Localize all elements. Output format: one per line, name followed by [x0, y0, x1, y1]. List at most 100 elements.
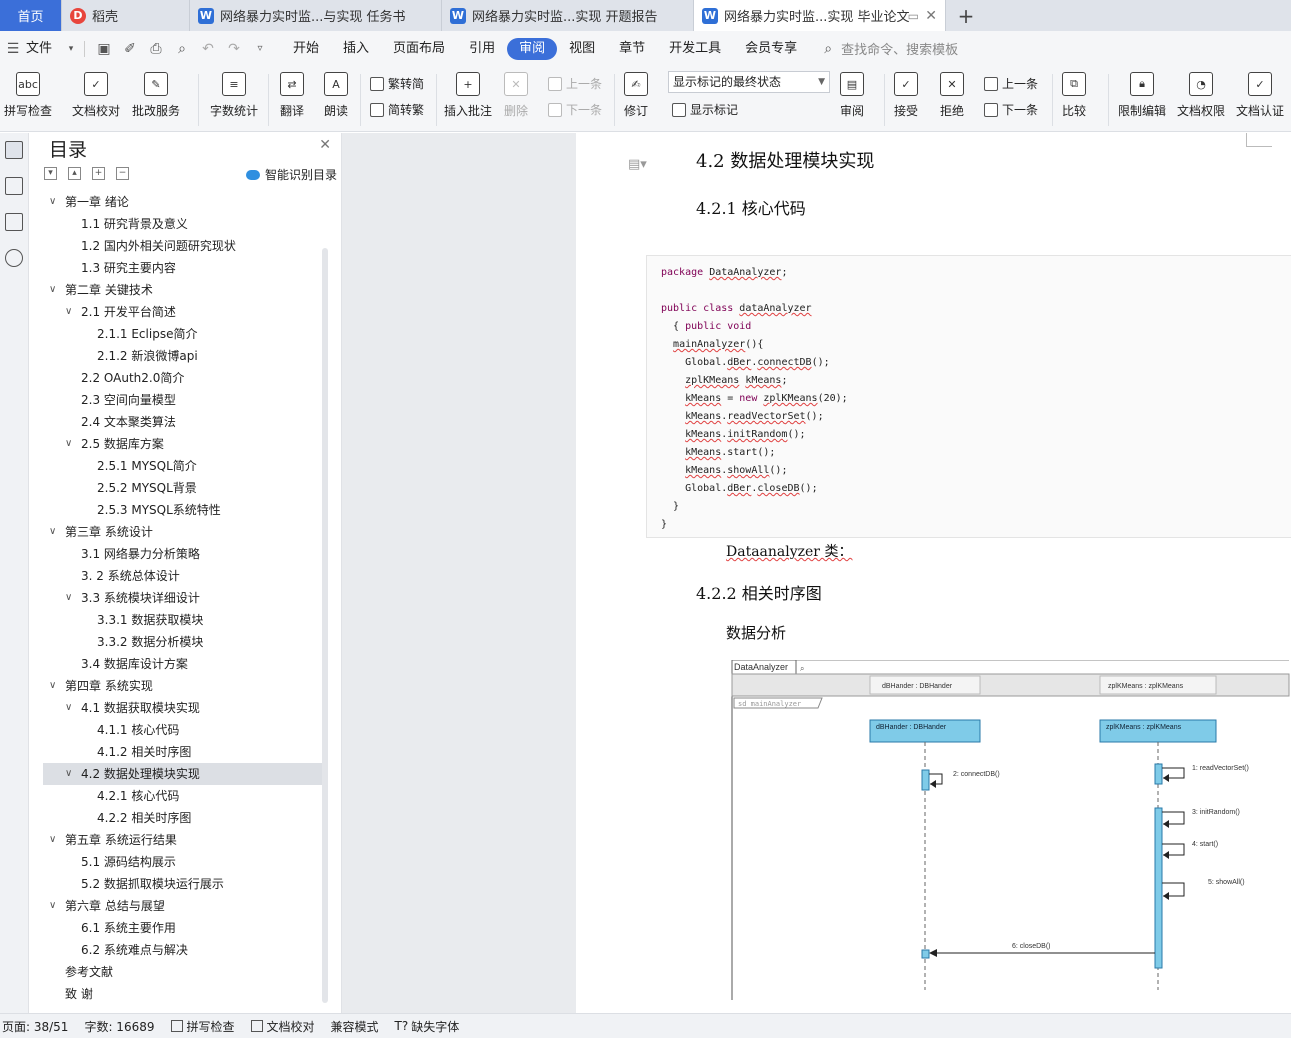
chevron-down-icon[interactable]: ∨: [49, 675, 56, 697]
chevron-down-icon[interactable]: ∨: [65, 301, 72, 323]
menu-chapter[interactable]: 章节: [607, 38, 657, 60]
format-painter-icon[interactable]: ✐: [117, 41, 143, 57]
markup-mode-select[interactable]: 显示标记的最终状态 ▼: [668, 71, 830, 93]
toc-item[interactable]: 6.2 系统难点与解决: [43, 939, 323, 961]
menu-insert[interactable]: 插入: [331, 38, 381, 60]
menu-dev-tools[interactable]: 开发工具: [657, 38, 733, 60]
next-comment-button[interactable]: 下一条: [548, 101, 602, 118]
doc-check-button[interactable]: ✓ 文档校对: [72, 72, 120, 119]
toc-item[interactable]: ∨ 第四章 系统实现: [43, 675, 323, 697]
toc-item[interactable]: 5.1 源码结构展示: [43, 851, 323, 873]
toc-panel-icon[interactable]: [5, 141, 23, 159]
toc-item[interactable]: ∨ 第六章 总结与展望: [43, 895, 323, 917]
document-page[interactable]: ▤▾ 4.2 数据处理模块实现 4.2.1 核心代码 package DataA…: [576, 133, 1291, 1013]
review-pane-button[interactable]: ▤ 审阅: [840, 72, 864, 119]
page-indicator[interactable]: 页面: 38/51: [0, 1018, 76, 1035]
toc-item[interactable]: 致 谢: [43, 983, 323, 1005]
track-changes-button[interactable]: ✍ 修订: [624, 72, 648, 119]
simp-to-trad-button[interactable]: 简转繁: [370, 101, 424, 118]
customize-quick-access-icon[interactable]: ▿: [247, 43, 273, 54]
toc-item[interactable]: 5.2 数据抓取模块运行展示: [43, 873, 323, 895]
compat-mode[interactable]: 兼容模式: [323, 1018, 387, 1035]
spellcheck-button[interactable]: abc 拼写检查: [4, 72, 52, 119]
toc-item[interactable]: 1.2 国内外相关问题研究现状: [43, 235, 323, 257]
toc-item[interactable]: 2.5.1 MYSQL简介: [43, 455, 323, 477]
chevron-down-icon[interactable]: ∨: [49, 191, 56, 213]
doc-permission-button[interactable]: ◔ 文档权限: [1177, 72, 1225, 119]
tab-doc-thesis[interactable]: W 网络暴力实时监...实现 毕业论文 ▭ ✕: [694, 0, 946, 31]
status-doccheck-button[interactable]: 文档校对: [243, 1018, 323, 1035]
prev-comment-button[interactable]: 上一条: [548, 75, 602, 92]
missing-font-button[interactable]: T? 缺失字体: [387, 1018, 468, 1035]
read-aloud-button[interactable]: A 朗读: [324, 72, 348, 119]
toc-item[interactable]: 2.4 文本聚类算法: [43, 411, 323, 433]
toc-item[interactable]: ∨ 第三章 系统设计: [43, 521, 323, 543]
tab-home[interactable]: 首页: [0, 0, 62, 31]
command-search-input[interactable]: 查找命令、搜索模板: [841, 39, 958, 58]
toc-item[interactable]: 4.1.1 核心代码: [43, 719, 323, 741]
menu-review[interactable]: 审阅: [507, 37, 558, 60]
toc-item[interactable]: ∨ 4.1 数据获取模块实现: [43, 697, 323, 719]
add-heading-icon[interactable]: +: [92, 167, 105, 180]
chevron-down-icon[interactable]: ∨: [49, 521, 56, 543]
prev-change-button[interactable]: 上一条: [984, 75, 1038, 92]
print-preview-icon[interactable]: ⌕: [169, 41, 195, 57]
toc-item[interactable]: ∨ 第五章 系统运行结果: [43, 829, 323, 851]
toc-item[interactable]: 1.1 研究背景及意义: [43, 213, 323, 235]
redo-icon[interactable]: ↷: [221, 41, 247, 57]
chevron-down-icon[interactable]: ∨: [49, 279, 56, 301]
toc-scrollbar[interactable]: [322, 248, 328, 1003]
chevron-down-icon[interactable]: ▾: [64, 44, 78, 54]
restrict-editing-button[interactable]: 🔒︎ 限制编辑: [1118, 72, 1166, 119]
chevron-down-icon[interactable]: ∨: [65, 433, 72, 455]
collapse-all-icon[interactable]: ▾: [44, 167, 57, 180]
section-nav-icon[interactable]: [5, 177, 23, 195]
hamburger-icon[interactable]: ☰: [0, 41, 26, 57]
toc-item[interactable]: 4.2.2 相关时序图: [43, 807, 323, 829]
toc-item[interactable]: ∨ 第一章 绪论: [43, 191, 323, 213]
toc-item[interactable]: 2.1.2 新浪微博api: [43, 345, 323, 367]
toc-item[interactable]: ∨ 2.5 数据库方案: [43, 433, 323, 455]
search-icon[interactable]: [5, 249, 23, 267]
delete-comment-button[interactable]: ✕ 删除: [504, 72, 528, 119]
toc-item[interactable]: 3.1 网络暴力分析策略: [43, 543, 323, 565]
menu-file[interactable]: 文件: [26, 38, 64, 60]
undo-icon[interactable]: ↶: [195, 41, 221, 57]
doc-certify-button[interactable]: ✓ 文档认证: [1236, 72, 1284, 119]
compare-button[interactable]: ⧉ 比较: [1062, 72, 1086, 119]
toc-item[interactable]: 2.5.2 MYSQL背景: [43, 477, 323, 499]
new-tab-button[interactable]: +: [946, 0, 986, 31]
bookmark-icon[interactable]: [5, 213, 23, 231]
tab-doc-proposal[interactable]: W 网络暴力实时监...实现 开题报告: [442, 0, 694, 31]
toc-item[interactable]: 参考文献: [43, 961, 323, 983]
toc-item[interactable]: 3.3.2 数据分析模块: [43, 631, 323, 653]
reject-change-button[interactable]: ✕ 拒绝: [940, 72, 964, 119]
menu-reference[interactable]: 引用: [457, 38, 507, 60]
chevron-down-icon[interactable]: ∨: [65, 587, 72, 609]
toc-item[interactable]: 6.1 系统主要作用: [43, 917, 323, 939]
trad-to-simp-button[interactable]: 繁转简: [370, 75, 424, 92]
paragraph-marker-icon[interactable]: ▤▾: [628, 157, 647, 172]
monitor-icon[interactable]: ▭: [908, 9, 919, 23]
close-icon[interactable]: ✕: [319, 137, 331, 153]
expand-icon[interactable]: ▴: [68, 167, 81, 180]
toc-item[interactable]: ∨ 2.1 开发平台简述: [43, 301, 323, 323]
menu-page-layout[interactable]: 页面布局: [381, 38, 457, 60]
menu-member[interactable]: 会员专享: [733, 38, 809, 60]
toc-item[interactable]: 2.2 OAuth2.0简介: [43, 367, 323, 389]
toc-item[interactable]: 3.4 数据库设计方案: [43, 653, 323, 675]
toc-item[interactable]: 2.1.1 Eclipse简介: [43, 323, 323, 345]
chevron-down-icon[interactable]: ∨: [65, 697, 72, 719]
chevron-down-icon[interactable]: ∨: [65, 763, 72, 785]
remove-heading-icon[interactable]: −: [116, 167, 129, 180]
translate-button[interactable]: ⇄ 翻译: [280, 72, 304, 119]
status-spellcheck-button[interactable]: 拼写检查: [163, 1018, 243, 1035]
toc-item[interactable]: ∨ 3.3 系统模块详细设计: [43, 587, 323, 609]
toc-item[interactable]: 3.3.1 数据获取模块: [43, 609, 323, 631]
accept-change-button[interactable]: ✓ 接受: [894, 72, 918, 119]
toc-item[interactable]: 4.2.1 核心代码: [43, 785, 323, 807]
toc-item[interactable]: 2.3 空间向量模型: [43, 389, 323, 411]
next-change-button[interactable]: 下一条: [984, 101, 1038, 118]
tab-doc-assignment[interactable]: W 网络暴力实时监...与实现 任务书: [190, 0, 442, 31]
close-icon[interactable]: ✕: [925, 8, 937, 24]
